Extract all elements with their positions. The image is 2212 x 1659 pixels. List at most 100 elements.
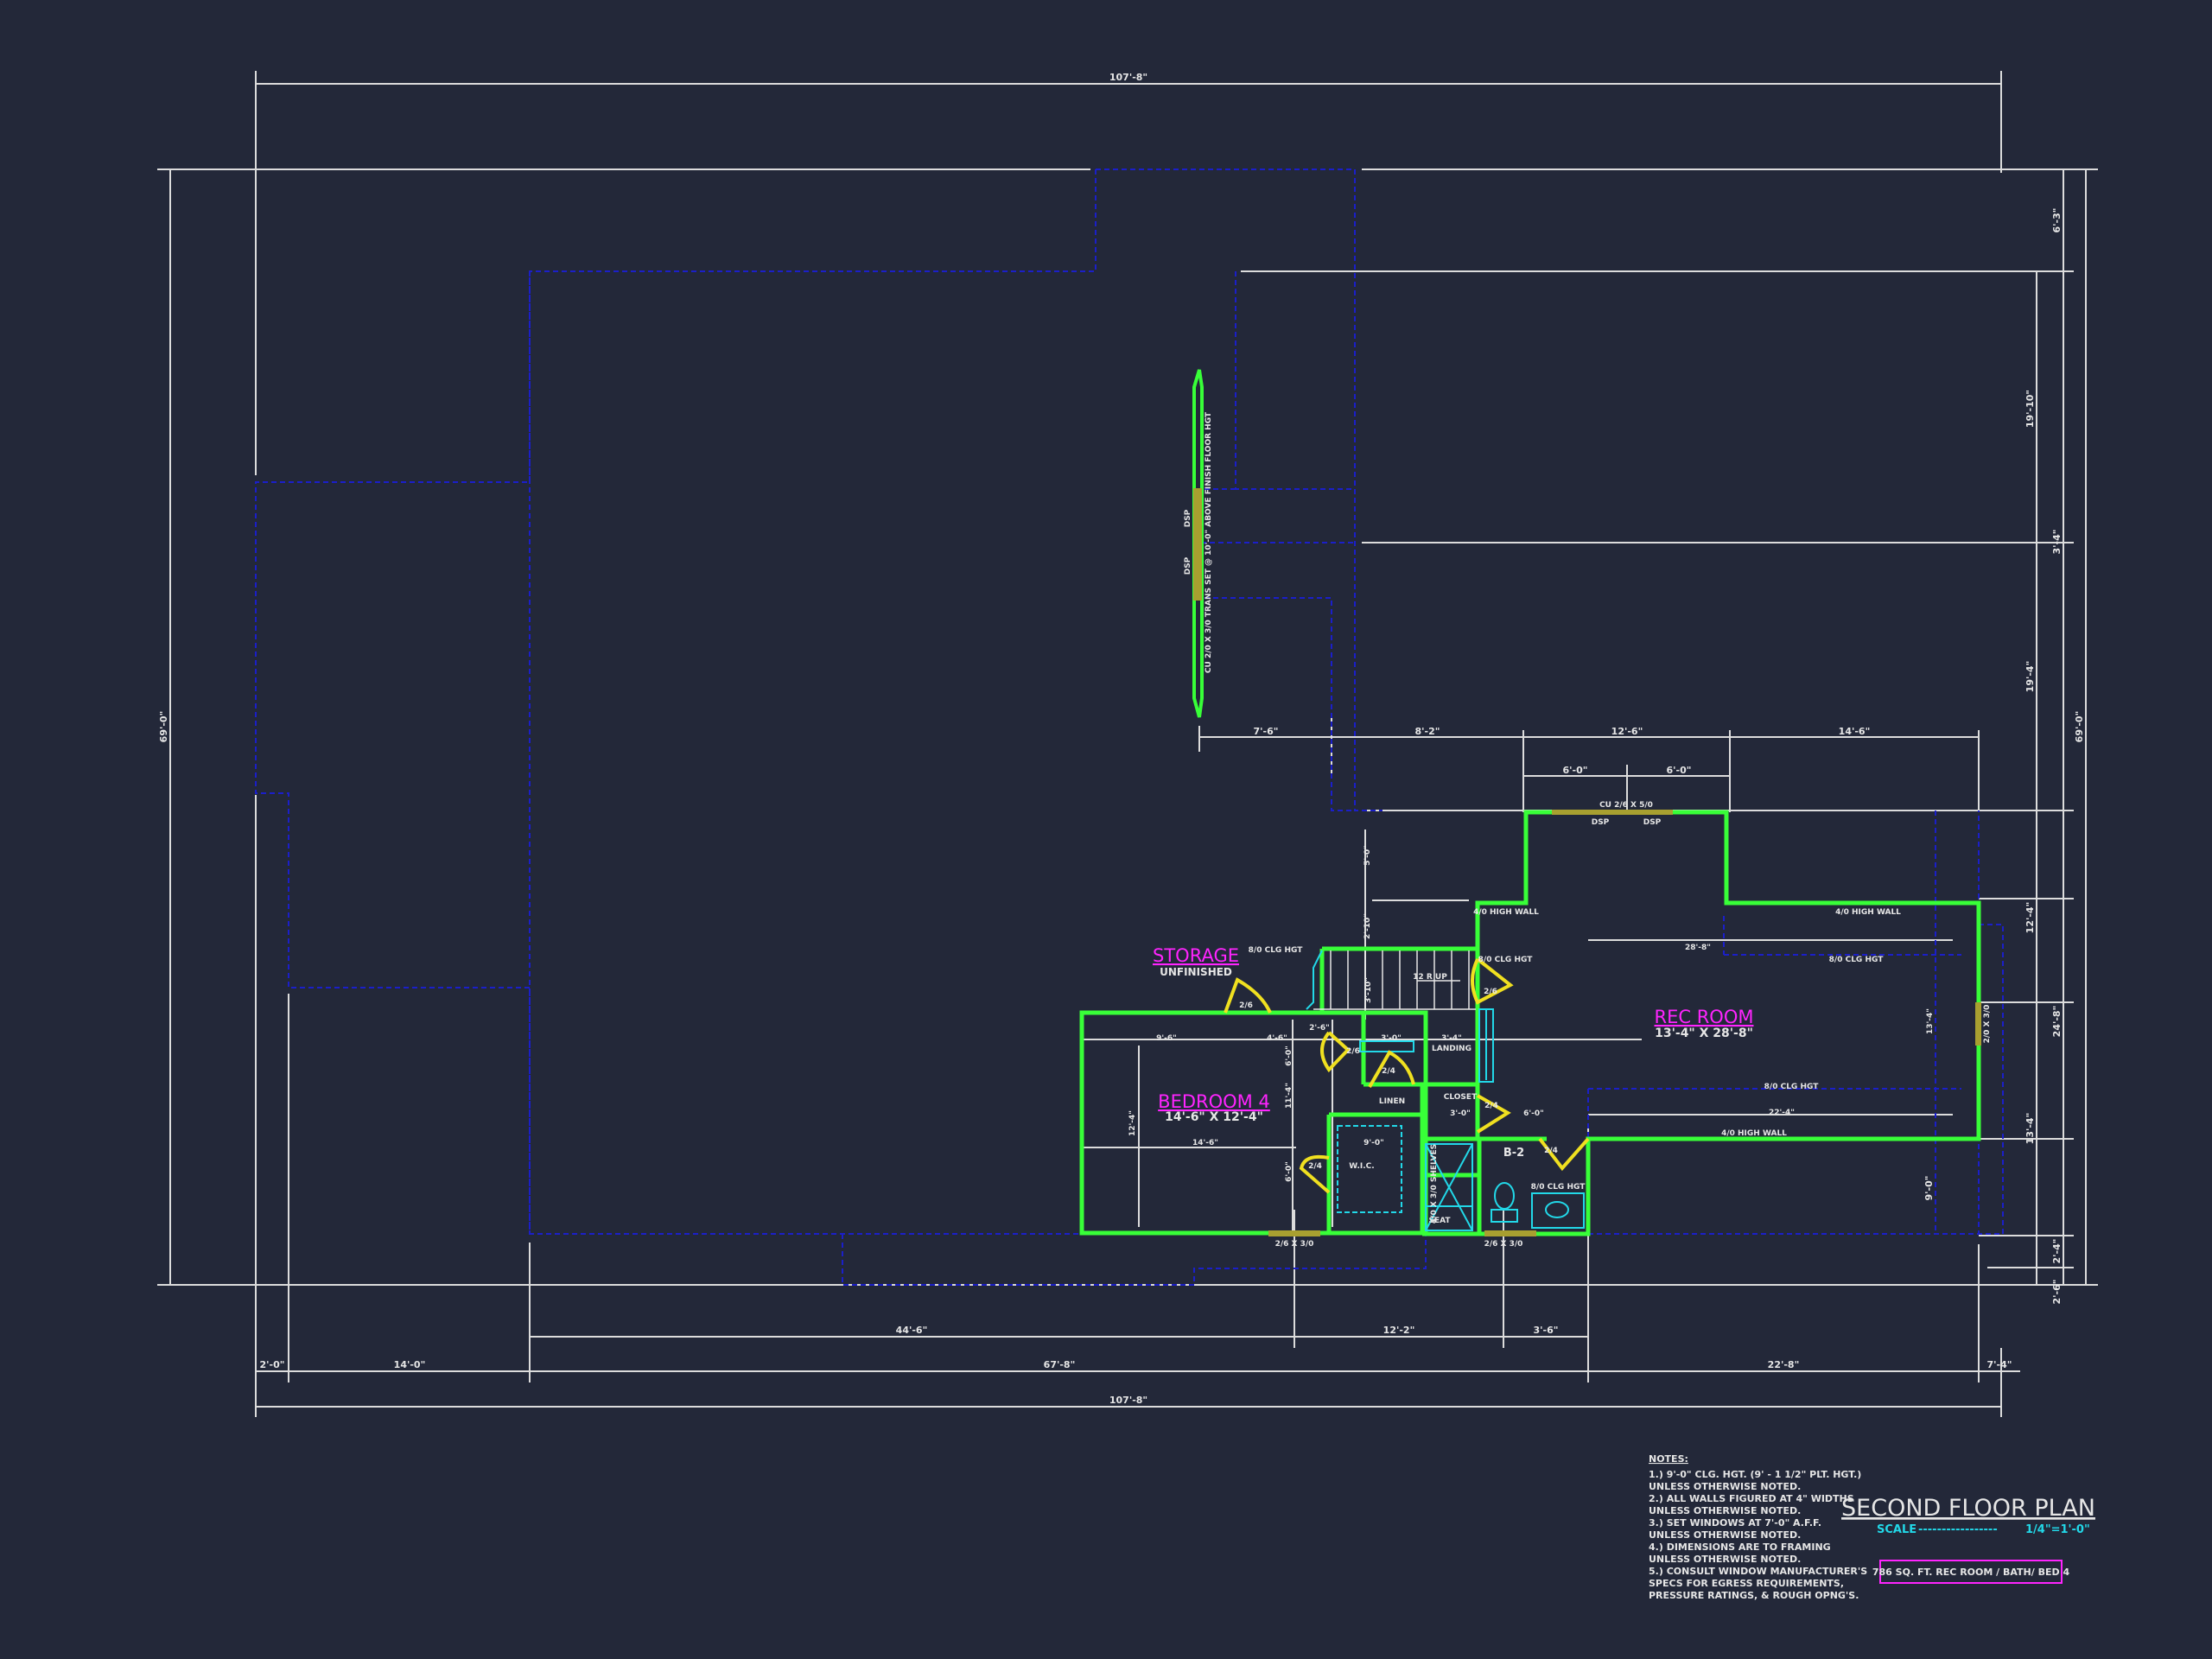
dim-overall-left: 69'-0" xyxy=(158,711,169,743)
dsp-label-2: DSP xyxy=(1643,818,1662,827)
door-storage-label: 2/6 xyxy=(1239,1001,1253,1010)
door-closet-label: 2/4 xyxy=(1484,1102,1498,1110)
dim-right-5: 24'-8" xyxy=(2051,1006,2063,1038)
dim-rec-13-4: 13'-4" xyxy=(1926,1008,1935,1034)
windows xyxy=(1268,810,1981,1236)
dormer-note: CU 2/0 X 3/0 TRANS SET @ 10'-0" ABOVE FI… xyxy=(1205,411,1213,673)
dim-overall-right: 69'-0" xyxy=(2074,711,2085,743)
dim-bed-width: 9'-6" xyxy=(1156,1034,1177,1043)
area-box-text: 786 SQ. FT. REC ROOM / BATH/ BED 4 xyxy=(1872,1567,2070,1578)
dim-right-2: 3'-4" xyxy=(2051,530,2063,555)
dim-stair-3-10: 3'-10" xyxy=(1364,977,1373,1003)
high-wall-note-right: 4/0 HIGH WALL xyxy=(1835,908,1901,917)
dim-bed-14-6: 14'-6" xyxy=(1192,1139,1218,1147)
door-wic-label: 2/4 xyxy=(1308,1162,1322,1171)
high-wall-note-bottom: 4/0 HIGH WALL xyxy=(1721,1129,1787,1138)
floor-plan-drawing: 107'-8" 107'-8" 69'-0" 69'-0" 6'-3" 19'-… xyxy=(157,71,2098,1601)
dim-right-0: 6'-3" xyxy=(2051,208,2063,233)
note-line-7: 4.) DIMENSIONS ARE TO FRAMING xyxy=(1649,1541,1831,1553)
note-line-5: 3.) SET WINDOWS AT 7'-0" A.F.F. xyxy=(1649,1517,1821,1529)
dim-bottom-4: 7'-4" xyxy=(1987,1359,2012,1370)
door-linen-label: 2/4 xyxy=(1382,1067,1395,1076)
window-rec-label: 2/0 X 3/0 xyxy=(1983,1005,1992,1044)
note-line-9: 5.) CONSULT WINDOW MANUFACTURER'S xyxy=(1649,1566,1867,1577)
dormer-dsp-2: DSP xyxy=(1184,556,1192,575)
dim-rec-28-8: 28'-8" xyxy=(1685,944,1711,952)
dim-rec-22-4: 22'-4" xyxy=(1769,1109,1795,1117)
dim-window-0: 6'-0" xyxy=(1563,765,1588,776)
dsp-label-1: DSP xyxy=(1592,818,1610,827)
title-block: SECOND FLOOR PLAN SCALE ----------------… xyxy=(1841,1495,2095,1584)
dim-lower-2: 3'-6" xyxy=(1534,1325,1559,1336)
dim-window-1: 6'-0" xyxy=(1667,765,1692,776)
plan-title: SECOND FLOOR PLAN xyxy=(1841,1495,2095,1522)
note-line-4: UNLESS OTHERWISE NOTED. xyxy=(1649,1505,1801,1516)
note-line-11: PRESSURE RATINGS, & ROUGH OPNG'S. xyxy=(1649,1590,1859,1601)
annotation-labels: 8/0 CLG HGT 8/0 CLG HGT 8/0 CLG HGT 8/0 … xyxy=(1184,411,1992,1249)
clg-note-rec: 8/0 CLG HGT xyxy=(1829,956,1885,964)
clg-note-bath: 8/0 CLG HGT xyxy=(1531,1183,1586,1192)
door-bath-label: 2/4 xyxy=(1544,1147,1558,1155)
dim-stair-6-0: 6'-0" xyxy=(1285,1046,1294,1066)
note-line-8: UNLESS OTHERWISE NOTED. xyxy=(1649,1554,1801,1565)
dim-left-11-4: 11'-4" xyxy=(1285,1083,1294,1109)
dim-bottom-1: 14'-0" xyxy=(394,1359,426,1370)
dim-overall-bottom: 107'-8" xyxy=(1109,1395,1147,1406)
dimension-lines xyxy=(157,71,2098,1417)
rec-room-size: 13'-4" X 28'-8" xyxy=(1655,1027,1753,1040)
scale-label: SCALE xyxy=(1877,1523,1916,1536)
dim-stair-2-10: 2'-10" xyxy=(1363,913,1372,939)
dim-right-7: 9'-0" xyxy=(1923,1176,1935,1201)
second-floor-walls xyxy=(1079,810,1981,1236)
dim-stair-5-0: 5'-0" xyxy=(1363,845,1372,866)
dim-hall-3-4: 3'-4" xyxy=(1441,1034,1462,1043)
dim-upper-3: 14'-6" xyxy=(1839,726,1871,737)
high-wall-note-left: 4/0 HIGH WALL xyxy=(1473,908,1539,917)
dim-right-8: 2'-4" xyxy=(2051,1239,2063,1264)
dim-upper-2: 12'-6" xyxy=(1611,726,1643,737)
note-line-2: UNLESS OTHERWISE NOTED. xyxy=(1649,1481,1801,1492)
linen-label: LINEN xyxy=(1379,1097,1405,1106)
dormer-window xyxy=(1192,369,1204,718)
dim-lower-1: 12'-2" xyxy=(1383,1325,1415,1336)
note-line-10: SPECS FOR EGRESS REQUIREMENTS, xyxy=(1649,1578,1844,1589)
bedroom4-size: 14'-6" X 12'-4" xyxy=(1165,1110,1263,1124)
window-bath-label: 2/6 X 3/0 xyxy=(1484,1240,1523,1249)
dim-closet-3-0: 3'-0" xyxy=(1450,1109,1471,1118)
dim-hall-3-0: 3'-0" xyxy=(1381,1034,1402,1043)
note-line-1: 1.) 9'-0" CLG. HGT. (9' - 1 1/2" PLT. HG… xyxy=(1649,1469,1861,1480)
wic-label: W.I.C. xyxy=(1349,1162,1374,1171)
notes-heading: NOTES: xyxy=(1649,1453,1688,1465)
dim-overall-top: 107'-8" xyxy=(1109,72,1147,83)
dim-bottom-3: 22'-8" xyxy=(1768,1359,1800,1370)
dormer-dsp-1: DSP xyxy=(1184,509,1192,527)
scale-value: 1/4"=1'-0" xyxy=(2025,1523,2090,1536)
stair-up-label: 12 R UP xyxy=(1413,973,1447,982)
closet-label: CLOSET xyxy=(1444,1093,1478,1102)
window-top-label: CU 2/6 X 5/0 xyxy=(1599,801,1653,810)
door-stair-label: 2/6 xyxy=(1484,988,1497,996)
storage-label: STORAGE xyxy=(1153,945,1239,966)
bedroom4-label: BEDROOM 4 xyxy=(1158,1091,1270,1112)
dim-rec-6-0: 6'-0" xyxy=(1523,1109,1544,1118)
dim-upper-0: 7'-6" xyxy=(1254,726,1279,737)
dim-right-4: 12'-4" xyxy=(2024,902,2036,934)
dim-left-6-0: 6'-0" xyxy=(1285,1161,1294,1182)
shelves-label: 4/0 X 3/0 SHELVES xyxy=(1430,1144,1439,1224)
clg-note-rec-lower: 8/0 CLG HGT xyxy=(1764,1083,1820,1091)
dim-bottom-2: 67'-8" xyxy=(1044,1359,1076,1370)
rec-room-label: REC ROOM xyxy=(1655,1007,1754,1027)
dim-wic-9-0: 9'-0" xyxy=(1363,1139,1384,1147)
dim-right-9: 2'-6" xyxy=(2051,1280,2063,1305)
notes-block: NOTES: 1.) 9'-0" CLG. HGT. (9' - 1 1/2" … xyxy=(1649,1453,1867,1601)
clg-note-storage: 8/0 CLG HGT xyxy=(1249,946,1304,955)
dim-right-6: 13'-4" xyxy=(2024,1113,2036,1145)
dim-upper-1: 8'-2" xyxy=(1415,726,1440,737)
stair-treads xyxy=(1313,950,1476,1010)
note-line-6: UNLESS OTHERWISE NOTED. xyxy=(1649,1529,1801,1541)
note-line-3: 2.) ALL WALLS FIGURED AT 4" WIDTHS xyxy=(1649,1493,1854,1504)
door-hall-label: 2/6 xyxy=(1346,1047,1360,1056)
storage-sublabel: UNFINISHED xyxy=(1160,966,1232,978)
clg-note-stair: 8/0 CLG HGT xyxy=(1478,956,1534,964)
window-bed-label: 2/6 X 3/0 xyxy=(1275,1240,1314,1249)
